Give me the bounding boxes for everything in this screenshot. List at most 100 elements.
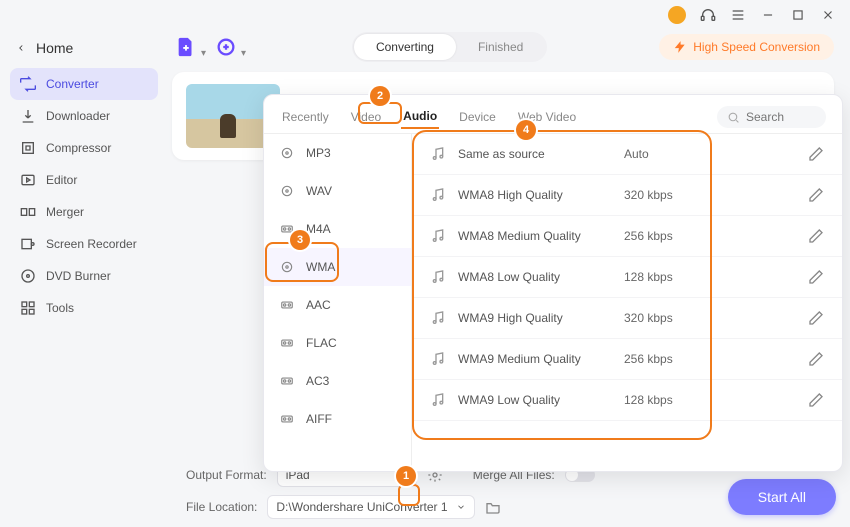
edit-icon[interactable] [808,228,824,244]
sidebar-item-recorder[interactable]: Screen Recorder [10,228,158,260]
editor-icon [20,172,36,188]
sidebar-item-label: Editor [46,173,77,187]
minimize-icon[interactable] [760,7,776,23]
avatar[interactable] [668,6,686,24]
format-list: MP3 WAV M4A WMA AAC FLAC AC3 AIFF [264,134,412,471]
format-flac[interactable]: FLAC [264,324,411,362]
sidebar-item-label: Tools [46,301,74,315]
sidebar-item-tools[interactable]: Tools [10,292,158,324]
compress-icon [20,140,36,156]
sidebar-item-label: Screen Recorder [46,237,137,251]
format-label: WMA [306,260,335,274]
sidebar-item-label: Merger [46,205,84,219]
preset-name: WMA9 High Quality [458,311,624,325]
format-label: AIFF [306,412,332,426]
menu-icon[interactable] [730,7,746,23]
sidebar-item-compressor[interactable]: Compressor [10,132,158,164]
download-icon [20,108,36,124]
preset-bitrate: 128 kbps [624,393,714,407]
preset-row[interactable]: Same as sourceAuto [412,134,842,175]
picker-tab-audio[interactable]: Audio [401,105,439,129]
preset-name: Same as source [458,147,624,161]
sidebar-item-label: DVD Burner [46,269,111,283]
preset-list: Same as sourceAutoWMA8 High Quality320 k… [412,134,842,471]
picker-tab-recently[interactable]: Recently [280,106,331,128]
preset-bitrate: 320 kbps [624,188,714,202]
picker-search[interactable] [717,106,826,128]
preset-row[interactable]: WMA9 Medium Quality256 kbps [412,339,842,380]
edit-icon[interactable] [808,187,824,203]
format-m4a[interactable]: M4A [264,210,411,248]
preset-bitrate: 128 kbps [624,270,714,284]
headset-icon[interactable] [700,7,716,23]
high-speed-toggle[interactable]: High Speed Conversion [659,34,834,60]
folder-icon[interactable] [485,499,501,515]
preset-name: WMA9 Low Quality [458,393,624,407]
callout-badge-1: 1 [396,466,416,486]
format-ac3[interactable]: AC3 [264,362,411,400]
format-label: WAV [306,184,332,198]
callout-badge-3: 3 [290,230,310,250]
edit-icon[interactable] [808,392,824,408]
format-aiff[interactable]: AIFF [264,400,411,438]
callout-badge-2: 2 [370,86,390,106]
preset-row[interactable]: WMA8 Low Quality128 kbps [412,257,842,298]
edit-icon[interactable] [808,146,824,162]
callout-badge-4: 4 [516,120,536,140]
search-input[interactable] [746,110,816,124]
tools-icon [20,300,36,316]
lightning-icon [673,40,687,54]
edit-icon[interactable] [808,351,824,367]
edit-icon[interactable] [808,310,824,326]
music-icon [430,269,446,285]
format-label: AC3 [306,374,329,388]
output-format-label: Output Format: [186,468,267,482]
converter-icon [20,76,36,92]
preset-bitrate: 256 kbps [624,352,714,366]
preset-row[interactable]: WMA8 High Quality320 kbps [412,175,842,216]
sidebar-item-converter[interactable]: Converter [10,68,158,100]
preset-row[interactable]: WMA9 Low Quality128 kbps [412,380,842,421]
sidebar-item-editor[interactable]: Editor [10,164,158,196]
preset-bitrate: 320 kbps [624,311,714,325]
edit-icon[interactable] [808,269,824,285]
dvd-icon [20,268,36,284]
merger-icon [20,204,36,220]
sidebar: Home Converter Downloader Compressor Edi… [0,30,168,527]
add-dvd-button[interactable]: ▾ [212,33,240,61]
tab-converting[interactable]: Converting [354,34,456,60]
music-icon [430,351,446,367]
format-aac[interactable]: AAC [264,286,411,324]
picker-tab-video[interactable]: Video [349,106,383,128]
format-label: MP3 [306,146,331,160]
file-location-select[interactable]: D:\Wondershare UniConverter 1 [267,495,474,519]
maximize-icon[interactable] [790,7,806,23]
chevron-down-icon [456,502,466,512]
sidebar-item-label: Downloader [46,109,110,123]
sidebar-item-downloader[interactable]: Downloader [10,100,158,132]
sidebar-item-label: Compressor [46,141,111,155]
format-wav[interactable]: WAV [264,172,411,210]
close-icon[interactable] [820,7,836,23]
preset-bitrate: Auto [624,147,714,161]
format-mp3[interactable]: MP3 [264,134,411,172]
preset-row[interactable]: WMA8 Medium Quality256 kbps [412,216,842,257]
sidebar-item-merger[interactable]: Merger [10,196,158,228]
preset-name: WMA8 Low Quality [458,270,624,284]
file-location-value: D:\Wondershare UniConverter 1 [276,500,447,514]
back-home[interactable]: Home [10,36,158,68]
tab-finished[interactable]: Finished [456,34,545,60]
preset-name: WMA8 Medium Quality [458,229,624,243]
add-file-button[interactable]: ▾ [172,33,200,61]
sidebar-item-dvd[interactable]: DVD Burner [10,260,158,292]
picker-tab-device[interactable]: Device [457,106,498,128]
start-all-button[interactable]: Start All [728,479,836,515]
chevron-left-icon [16,43,26,53]
preset-row[interactable]: WMA9 High Quality320 kbps [412,298,842,339]
file-location-label: File Location: [186,500,257,514]
music-icon [430,392,446,408]
format-label: FLAC [306,336,337,350]
preset-name: WMA8 High Quality [458,188,624,202]
sidebar-item-label: Converter [46,77,99,91]
format-wma[interactable]: WMA [264,248,411,286]
